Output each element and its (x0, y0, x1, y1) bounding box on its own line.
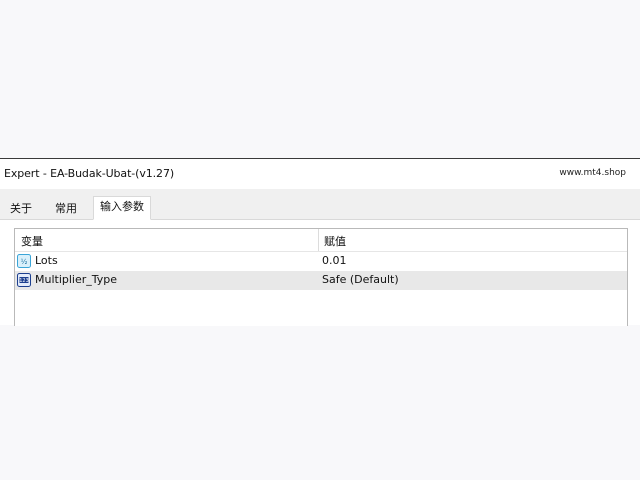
column-divider[interactable] (318, 229, 319, 251)
tab-common[interactable]: 常用 (49, 199, 83, 219)
variable-value[interactable]: Safe (Default) (322, 273, 399, 286)
inputs-panel: 变量 赋值 ½ Lots 0.01 123 Multiplier_Type Sa… (0, 220, 640, 326)
desktop-background: Expert - EA-Budak-Ubat-(v1.27) www.mt4.s… (0, 0, 640, 480)
watermark-text: www.mt4.shop (559, 168, 626, 178)
table-row-lots[interactable]: ½ Lots 0.01 (15, 252, 627, 271)
variable-name: Multiplier_Type (35, 273, 118, 286)
table-row-multiplier-type[interactable]: 123 Multiplier_Type Safe (Default) (15, 271, 627, 290)
tab-inputs[interactable]: 输入参数 (93, 196, 151, 220)
svg-text:½: ½ (21, 258, 28, 266)
variable-value[interactable]: 0.01 (322, 254, 347, 267)
table-header: 变量 赋值 (15, 229, 627, 252)
tab-about[interactable]: 关于 (4, 199, 38, 219)
parameters-table: 变量 赋值 ½ Lots 0.01 123 Multiplier_Type Sa… (14, 228, 628, 326)
column-header-value[interactable]: 赋值 (324, 233, 346, 249)
column-header-variable[interactable]: 变量 (21, 233, 43, 249)
variable-name: Lots (35, 254, 58, 267)
title-bar: Expert - EA-Budak-Ubat-(v1.27) www.mt4.s… (0, 159, 640, 189)
number-variable-icon: ½ (17, 254, 31, 268)
enum-variable-icon: 123 (17, 273, 31, 287)
svg-text:123: 123 (19, 278, 29, 284)
window-title: Expert - EA-Budak-Ubat-(v1.27) (4, 167, 175, 180)
expert-properties-dialog: Expert - EA-Budak-Ubat-(v1.27) www.mt4.s… (0, 158, 640, 326)
tab-bar: 关于 常用 输入参数 (0, 189, 640, 220)
